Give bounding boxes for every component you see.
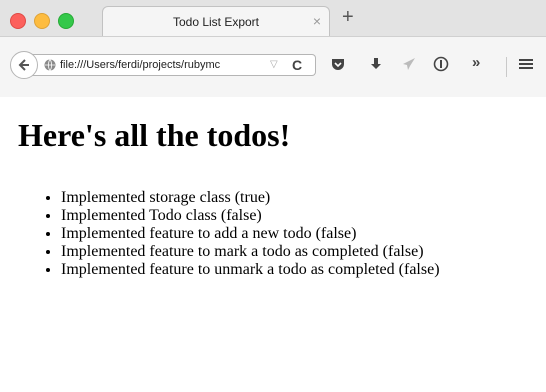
reload-icon[interactable]: C — [292, 57, 302, 73]
page-content: Here's all the todos! Implemented storag… — [0, 97, 546, 392]
list-item: Implemented storage class (true) — [61, 189, 440, 207]
navigation-toolbar: file:///Users/ferdi/projects/rubymc ▽ C … — [0, 36, 546, 97]
url-text[interactable]: file:///Users/ferdi/projects/rubymc — [60, 59, 242, 71]
list-item: Implemented feature to mark a todo as co… — [61, 243, 440, 261]
todo-list: Implemented storage class (true) Impleme… — [20, 189, 440, 279]
page-heading: Here's all the todos! — [18, 117, 291, 153]
back-button[interactable] — [10, 51, 38, 79]
download-icon[interactable] — [368, 56, 384, 77]
tab-close-button[interactable]: × — [313, 13, 321, 29]
pocket-icon[interactable] — [330, 56, 346, 77]
list-item: Implemented feature to unmark a todo as … — [61, 261, 440, 279]
hamburger-menu-icon[interactable] — [518, 56, 534, 77]
url-bar[interactable]: file:///Users/ferdi/projects/rubymc ▽ C — [30, 54, 316, 76]
zoom-window-button[interactable] — [58, 13, 74, 29]
minimize-window-button[interactable] — [34, 13, 50, 29]
tab-title: Todo List Export — [172, 15, 260, 29]
send-icon[interactable] — [401, 56, 417, 77]
globe-icon — [44, 58, 56, 76]
toolbar-divider — [506, 57, 507, 77]
list-item: Implemented feature to add a new todo (f… — [61, 225, 440, 243]
browser-chrome: Todo List Export × + file:///Users/ferdi… — [0, 0, 546, 97]
new-tab-button[interactable]: + — [342, 6, 354, 29]
url-dropdown-icon[interactable]: ▽ — [270, 59, 278, 70]
close-window-button[interactable] — [10, 13, 26, 29]
tab-todo-list-export[interactable]: Todo List Export × — [102, 6, 330, 36]
list-item: Implemented Todo class (false) — [61, 207, 440, 225]
overflow-icon[interactable]: » — [472, 54, 480, 71]
reader-icon[interactable] — [433, 56, 449, 77]
